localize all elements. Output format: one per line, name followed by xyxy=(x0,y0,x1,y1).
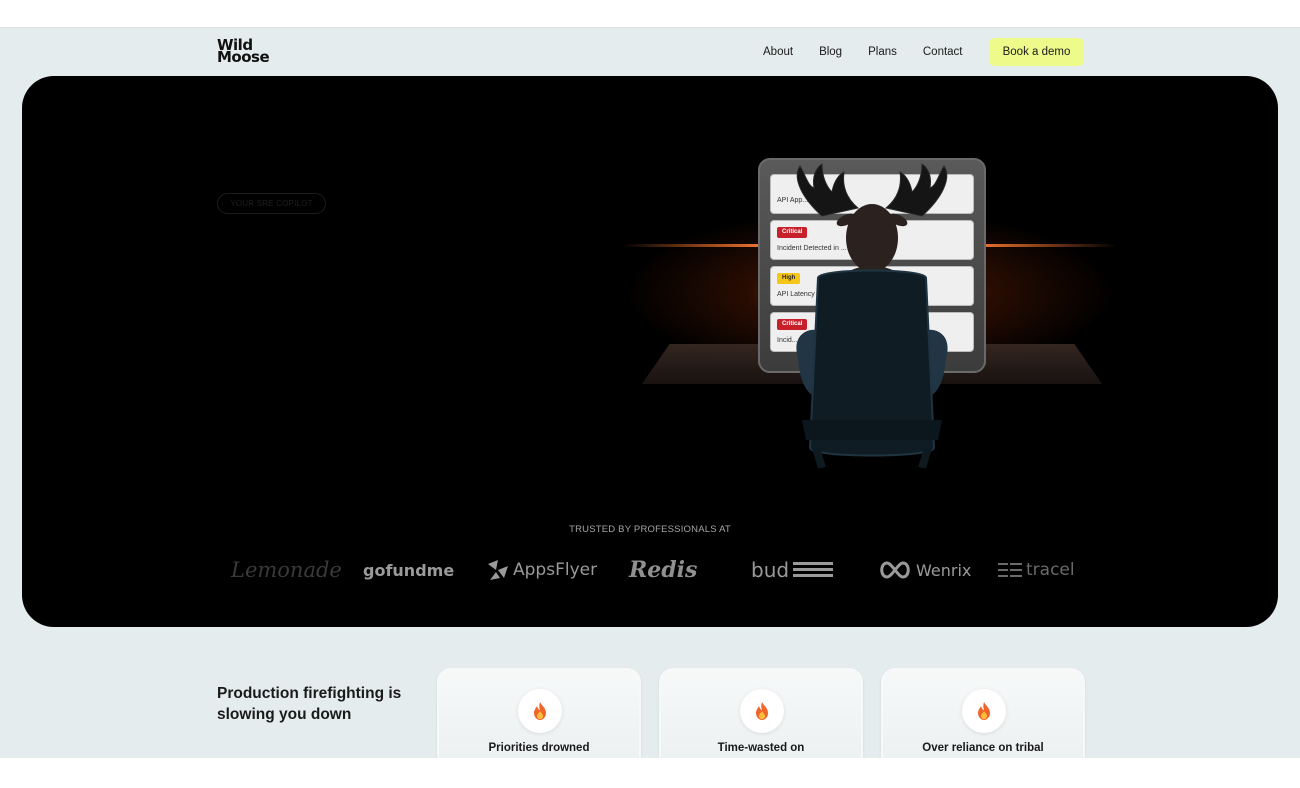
fire-icon xyxy=(740,689,784,733)
browser-top-strip xyxy=(0,0,1300,28)
brand-logo-strip: Lemonade gofundme AppsFlyer Redis bud We… xyxy=(217,550,1082,590)
logo[interactable]: Wild Moose xyxy=(217,38,270,66)
fire-icon xyxy=(962,689,1006,733)
problem-text: Priorities drowned xyxy=(488,742,590,754)
brand-logo-bud: bud xyxy=(751,550,834,590)
brand-name: Wenrix xyxy=(916,560,972,580)
fire-icon xyxy=(518,689,562,733)
infinity-icon xyxy=(880,561,910,579)
trusted-label: TRUSTED BY PROFESSIONALS AT xyxy=(569,524,731,535)
browser-bottom-strip xyxy=(0,758,1300,788)
brand-logo-lemonade: Lemonade xyxy=(231,558,342,582)
nav-blog[interactable]: Blog xyxy=(819,38,842,66)
nav-contact[interactable]: Contact xyxy=(923,38,963,66)
main-nav: About Blog Plans Contact xyxy=(763,38,989,66)
nav-about[interactable]: About xyxy=(763,38,793,66)
brand-name: bud xyxy=(751,558,790,582)
brand-logo-appsflyer: AppsFlyer xyxy=(486,550,597,590)
nav-plans[interactable]: Plans xyxy=(868,38,897,66)
brand-logo-redis: Redis xyxy=(629,557,698,583)
logo-line-2: Moose xyxy=(217,48,270,66)
grid-icon xyxy=(998,563,1022,577)
brand-name: AppsFlyer xyxy=(513,560,598,580)
page: Wild Moose About Blog Plans Contact Book… xyxy=(0,28,1300,758)
brand-logo-gofundme: gofundme xyxy=(363,560,455,580)
moose-figure xyxy=(796,163,948,468)
hero-illustration: API App... ent Detected Critical Inciden… xyxy=(622,158,1117,468)
brand-logo-wenrix: Wenrix xyxy=(878,550,971,590)
problem-text: Time-wasted on xyxy=(717,742,805,754)
book-demo-button[interactable]: Book a demo xyxy=(989,38,1084,66)
problems-heading: Production firefighting is slowing you d… xyxy=(217,685,402,723)
appsflyer-icon xyxy=(488,560,508,580)
stripes-icon xyxy=(793,562,834,577)
brand-logo-tracel: tracel xyxy=(998,550,1075,590)
problem-text: Over reliance on tribal xyxy=(922,742,1044,754)
brand-name: tracel xyxy=(1026,560,1075,580)
hero-section: YOUR SRE COPILOT API App... ent Detected… xyxy=(22,76,1278,627)
eyebrow-pill: YOUR SRE COPILOT xyxy=(217,193,326,214)
